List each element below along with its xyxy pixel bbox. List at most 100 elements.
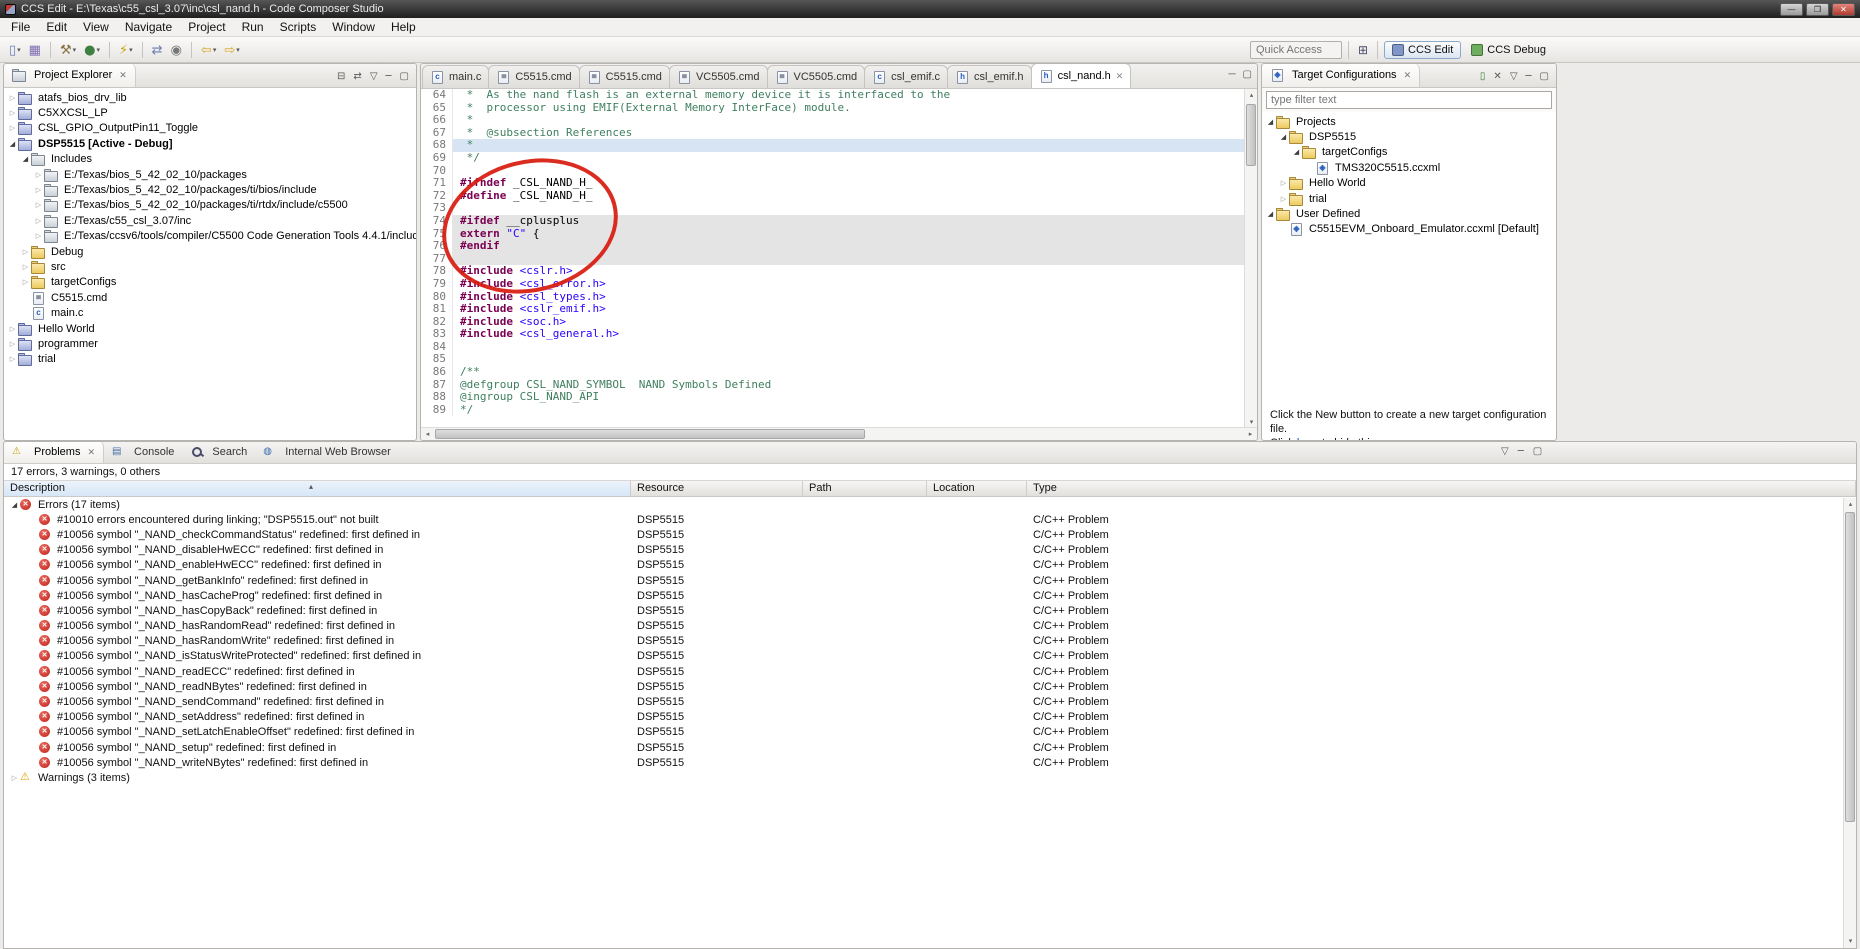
flash-button[interactable]: ⚡ ▾ bbox=[115, 41, 137, 60]
minimize-icon[interactable]: ─ bbox=[1228, 69, 1235, 80]
tree-item[interactable]: ◢ Projects bbox=[1262, 114, 1556, 129]
tree-item[interactable]: ◢ Includes bbox=[4, 152, 416, 167]
expand-arrow-icon[interactable]: ▷ bbox=[7, 340, 18, 348]
menu-run[interactable]: Run bbox=[234, 18, 272, 36]
menu-scripts[interactable]: Scripts bbox=[272, 18, 325, 36]
scroll-up-icon[interactable]: ▴ bbox=[1844, 498, 1856, 511]
tree-item[interactable]: ▷ src bbox=[4, 259, 416, 274]
close-tab-icon[interactable]: ✕ bbox=[1116, 71, 1124, 82]
editor-tab-VC5505.cmd[interactable]: VC5505.cmd bbox=[766, 65, 866, 88]
perspective-ccs-edit[interactable]: CCS Edit bbox=[1384, 41, 1462, 59]
tree-item[interactable]: main.c bbox=[4, 305, 416, 321]
perspective-ccs-debug[interactable]: CCS Debug bbox=[1463, 41, 1554, 59]
tree-item[interactable]: ▷ CSL_GPIO_OutputPin11_Toggle bbox=[4, 121, 416, 136]
tree-item[interactable]: ▷ E:/Texas/bios_5_42_02_10/packages/ti/rt… bbox=[4, 198, 416, 213]
scroll-down-icon[interactable]: ▾ bbox=[1844, 935, 1856, 948]
problem-row[interactable]: #10056 symbol "_NAND_sendCommand" redefi… bbox=[4, 694, 1856, 710]
tree-item[interactable]: ◢ targetConfigs bbox=[1262, 145, 1556, 160]
expand-arrow-icon[interactable]: ▷ bbox=[33, 171, 44, 179]
tab-console[interactable]: Console bbox=[104, 442, 182, 463]
new-button[interactable]: ▯ ▾ bbox=[5, 41, 25, 60]
view-menu-icon[interactable]: ▽ bbox=[370, 71, 378, 82]
tab-search[interactable]: Search bbox=[182, 442, 255, 463]
tab-project-explorer[interactable]: Project Explorer ✕ bbox=[4, 64, 136, 87]
editor-tab-C5515.cmd[interactable]: C5515.cmd bbox=[488, 65, 580, 88]
tree-item[interactable]: ▷ targetConfigs bbox=[4, 275, 416, 290]
problem-row[interactable]: #10056 symbol "_NAND_getBankInfo" redefi… bbox=[4, 572, 1856, 589]
open-element-button[interactable]: ◉ bbox=[167, 41, 186, 60]
horizontal-scrollbar[interactable]: ◂ ▸ bbox=[421, 427, 1257, 440]
tree-item[interactable]: C5515EVM_Onboard_Emulator.ccxml [Default… bbox=[1262, 222, 1556, 237]
close-view-icon[interactable]: ✕ bbox=[87, 447, 95, 458]
expand-arrow-icon[interactable]: ▷ bbox=[33, 217, 44, 225]
quick-access-input[interactable] bbox=[1249, 41, 1342, 59]
close-window-button[interactable]: ✕ bbox=[1832, 2, 1855, 16]
minimize-icon[interactable]: ─ bbox=[386, 71, 392, 82]
expand-arrow-icon[interactable]: ▷ bbox=[20, 263, 31, 271]
collapse-arrow-icon[interactable]: ◢ bbox=[1291, 148, 1302, 156]
problem-group-row[interactable]: ▷Warnings (3 items) bbox=[4, 770, 1856, 786]
expand-arrow-icon[interactable]: ▷ bbox=[9, 774, 20, 782]
collapse-arrow-icon[interactable]: ◢ bbox=[20, 155, 31, 163]
open-perspective-icon[interactable]: ⊞ bbox=[1355, 42, 1371, 58]
editor-tab-VC5505.cmd[interactable]: VC5505.cmd bbox=[668, 65, 768, 88]
tree-item[interactable]: ◢ DSP5515 [Active - Debug] bbox=[4, 136, 416, 151]
problem-group-row[interactable]: ◢Errors (17 items) bbox=[4, 497, 1856, 513]
expand-arrow-icon[interactable]: ▷ bbox=[7, 94, 18, 102]
menu-edit[interactable]: Edit bbox=[38, 18, 75, 36]
expand-arrow-icon[interactable]: ▷ bbox=[33, 186, 44, 194]
scrollbar-thumb[interactable] bbox=[1246, 104, 1256, 166]
tree-item[interactable]: ◢ User Defined bbox=[1262, 206, 1556, 222]
collapse-arrow-icon[interactable]: ◢ bbox=[9, 501, 20, 509]
column-header-path[interactable]: Path bbox=[803, 481, 927, 496]
vertical-scrollbar[interactable]: ▴ ▾ bbox=[1244, 89, 1257, 429]
expand-arrow-icon[interactable]: ▷ bbox=[33, 201, 44, 209]
tree-item[interactable]: ▷ trial bbox=[1262, 191, 1556, 206]
menu-project[interactable]: Project bbox=[180, 18, 233, 36]
expand-arrow-icon[interactable]: ▷ bbox=[7, 325, 18, 333]
minimize-icon[interactable]: ─ bbox=[1526, 71, 1532, 82]
tree-item[interactable]: C5515.cmd bbox=[4, 290, 416, 305]
delete-icon[interactable]: ✕ bbox=[1493, 71, 1501, 82]
menu-file[interactable]: File bbox=[3, 18, 38, 36]
problem-row[interactable]: #10010 errors encountered during linking… bbox=[4, 512, 1856, 528]
scroll-left-icon[interactable]: ◂ bbox=[421, 428, 434, 440]
forward-button[interactable]: ⇨ ▾ bbox=[220, 41, 243, 60]
collapse-arrow-icon[interactable]: ◢ bbox=[7, 140, 18, 148]
menu-view[interactable]: View bbox=[75, 18, 117, 36]
tree-item[interactable]: ▷ E:/Texas/bios_5_42_02_10/packages bbox=[4, 167, 416, 182]
tree-item[interactable]: ▷ E:/Texas/ccsv6/tools/compiler/C5500 Cod… bbox=[4, 229, 416, 244]
problem-row[interactable]: #10056 symbol "_NAND_disableHwECC" redef… bbox=[4, 542, 1856, 558]
problem-row[interactable]: #10056 symbol "_NAND_hasCopyBack" redefi… bbox=[4, 603, 1856, 619]
collapse-arrow-icon[interactable]: ◢ bbox=[1265, 118, 1276, 126]
tree-item[interactable]: ▷ Hello World bbox=[1262, 176, 1556, 191]
problem-row[interactable]: #10056 symbol "_NAND_hasRandomRead" rede… bbox=[4, 618, 1856, 634]
expand-arrow-icon[interactable]: ▷ bbox=[20, 248, 31, 256]
scroll-right-icon[interactable]: ▸ bbox=[1244, 428, 1257, 440]
editor-tab-main.c[interactable]: main.c bbox=[422, 65, 490, 88]
editor-tab-C5515.cmd[interactable]: C5515.cmd bbox=[578, 65, 670, 88]
column-header-type[interactable]: Type bbox=[1027, 481, 1856, 496]
tree-item[interactable]: ▷ E:/Texas/c55_csl_3.07/inc bbox=[4, 213, 416, 228]
problem-row[interactable]: #10056 symbol "_NAND_readECC" redefined:… bbox=[4, 664, 1856, 680]
vertical-scrollbar[interactable]: ▴ ▾ bbox=[1843, 498, 1856, 948]
column-header-description[interactable]: Description ▴ bbox=[4, 481, 631, 496]
expand-arrow-icon[interactable]: ▷ bbox=[7, 355, 18, 363]
menu-help[interactable]: Help bbox=[383, 18, 424, 36]
tree-item[interactable]: ◢ DSP5515 bbox=[1262, 129, 1556, 145]
tree-item[interactable]: ▷ C5XXCSL_LP bbox=[4, 105, 416, 121]
link-with-editor-icon[interactable]: ⇄ bbox=[353, 71, 361, 82]
editor-tab-csl_emif.h[interactable]: csl_emif.h bbox=[947, 65, 1032, 88]
problem-row[interactable]: #10056 symbol "_NAND_checkCommandStatus"… bbox=[4, 527, 1856, 543]
editor-tab-csl_nand.h[interactable]: csl_nand.h✕ bbox=[1030, 64, 1132, 88]
tree-item[interactable]: ▷ trial bbox=[4, 352, 416, 367]
expand-arrow-icon[interactable]: ▷ bbox=[20, 278, 31, 286]
close-view-ic[interactable]: ✕ bbox=[1404, 70, 1412, 81]
menu-window[interactable]: Window bbox=[324, 18, 383, 36]
maximize-icon[interactable]: ▢ bbox=[1540, 71, 1549, 82]
tree-item[interactable]: ▷ Debug bbox=[4, 244, 416, 259]
problem-row[interactable]: #10056 symbol "_NAND_isStatusWriteProtec… bbox=[4, 648, 1856, 665]
tree-item[interactable]: ▷ programmer bbox=[4, 336, 416, 351]
expand-arrow-icon[interactable]: ▷ bbox=[33, 232, 44, 240]
problem-row[interactable]: #10056 symbol "_NAND_setup" redefined: f… bbox=[4, 740, 1856, 756]
